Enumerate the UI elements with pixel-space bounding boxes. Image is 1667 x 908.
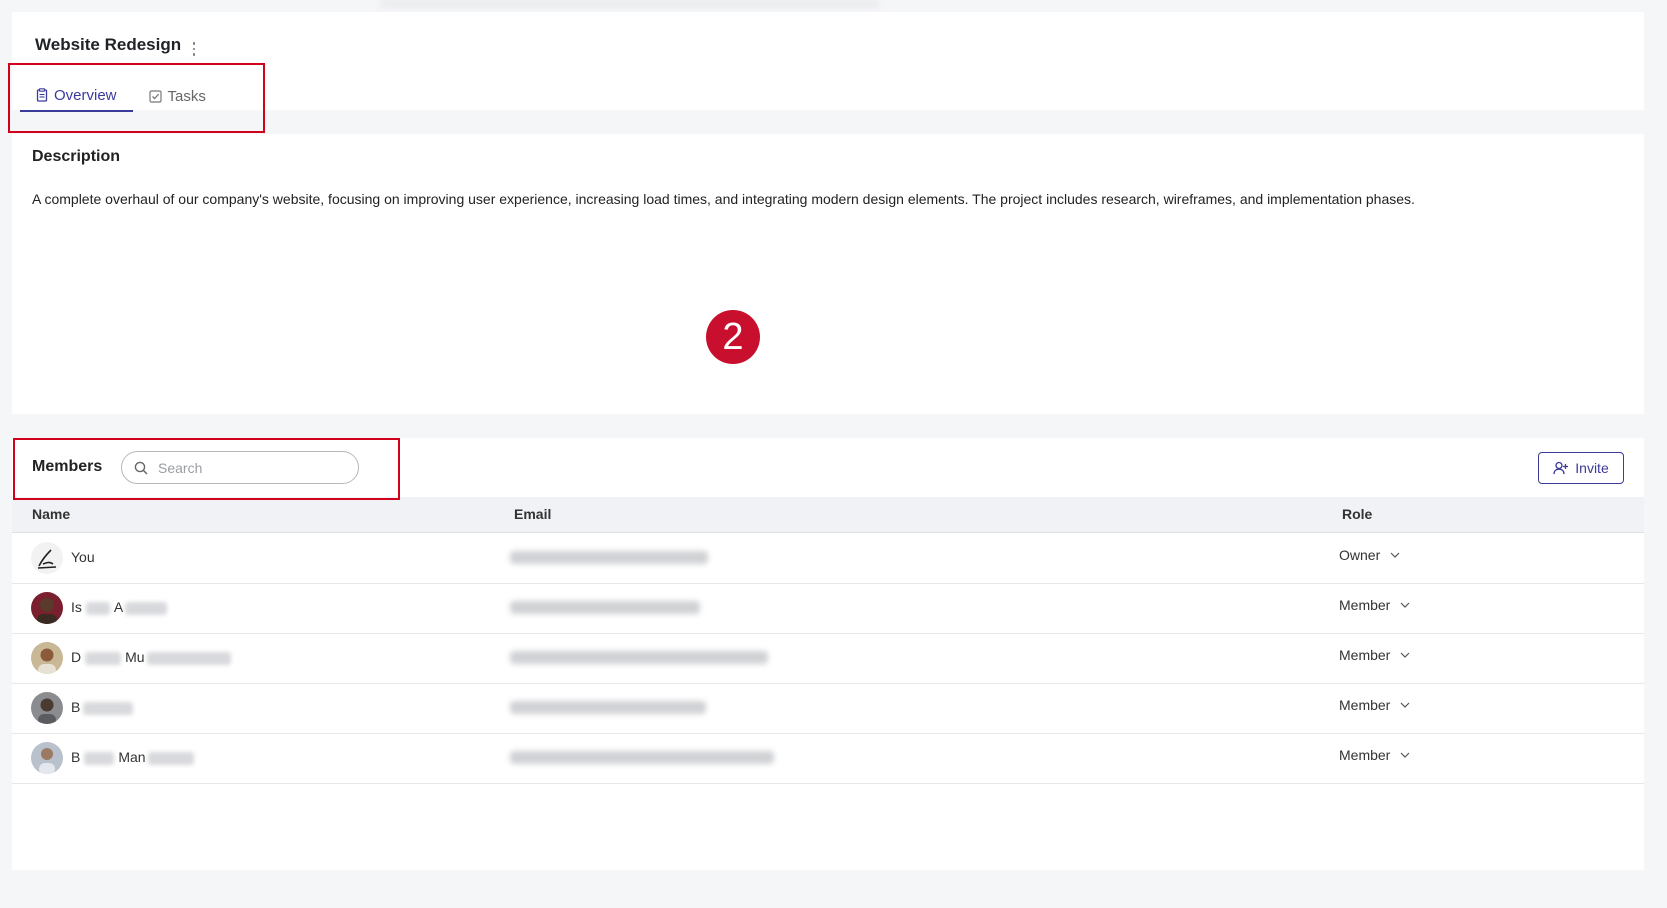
table-row: Is A Member: [12, 583, 1644, 634]
table-row: You Owner: [12, 533, 1644, 584]
search-icon: [134, 461, 148, 475]
member-name: B Man: [71, 749, 194, 765]
kebab-vertical-icon[interactable]: [188, 39, 200, 59]
members-table-header: Name Email Role: [12, 497, 1644, 533]
avatar: [31, 692, 63, 724]
checkbox-icon: [148, 89, 162, 103]
member-name: D Mu: [71, 649, 231, 665]
members-panel: Members Invite Name Email Role You Own: [12, 438, 1644, 870]
column-name: Name: [32, 506, 71, 522]
role-label: Member: [1339, 747, 1391, 763]
avatar: [31, 592, 63, 624]
role-dropdown[interactable]: Member: [1339, 697, 1410, 713]
member-name: You: [71, 549, 95, 565]
description-panel: Description A complete overhaul of our c…: [12, 134, 1644, 414]
tab-overview[interactable]: Overview: [20, 80, 133, 112]
tab-tasks[interactable]: Tasks: [133, 80, 222, 112]
avatar: [31, 742, 63, 774]
clipboard-icon: [36, 88, 48, 102]
role-label: Member: [1339, 697, 1391, 713]
invite-label: Invite: [1575, 460, 1609, 476]
top-fade: [380, 0, 880, 12]
role-dropdown[interactable]: Owner: [1339, 547, 1400, 563]
column-email: Email: [514, 506, 552, 522]
step-number-badge: 2: [706, 310, 760, 364]
avatar: [31, 642, 63, 674]
invite-button[interactable]: Invite: [1538, 452, 1624, 484]
chevron-down-icon: [1400, 702, 1410, 708]
tab-tasks-label: Tasks: [167, 87, 206, 105]
table-row: B Man Member: [12, 733, 1644, 784]
project-tabs: Overview Tasks: [20, 80, 222, 112]
column-role: Role: [1342, 506, 1373, 522]
chevron-down-icon: [1400, 652, 1410, 658]
role-dropdown[interactable]: Member: [1339, 747, 1410, 763]
chevron-down-icon: [1400, 602, 1410, 608]
role-dropdown[interactable]: Member: [1339, 597, 1410, 613]
add-user-icon: [1553, 461, 1569, 475]
description-title: Description: [32, 148, 121, 165]
description-text: A complete overhaul of our company's web…: [32, 191, 1415, 207]
member-name: B: [71, 699, 134, 715]
member-email: [510, 551, 708, 564]
member-email: [510, 701, 706, 714]
tab-overview-label: Overview: [54, 86, 117, 104]
search-input[interactable]: [156, 458, 330, 477]
member-search[interactable]: [121, 451, 359, 484]
table-row: B Member: [12, 683, 1644, 734]
avatar: [31, 542, 63, 574]
project-title: Website Redesign: [35, 35, 182, 54]
table-row: D Mu Member: [12, 633, 1644, 684]
role-dropdown[interactable]: Member: [1339, 647, 1410, 663]
role-label: Owner: [1339, 547, 1381, 563]
role-label: Member: [1339, 647, 1391, 663]
chevron-down-icon: [1390, 552, 1400, 558]
member-email: [510, 651, 768, 664]
members-title: Members: [32, 458, 103, 475]
role-label: Member: [1339, 597, 1391, 613]
project-header: Website Redesign Overview Tasks: [12, 12, 1644, 112]
chevron-down-icon: [1400, 752, 1410, 758]
member-email: [510, 601, 700, 614]
member-name: Is A: [71, 599, 168, 615]
member-email: [510, 751, 774, 764]
